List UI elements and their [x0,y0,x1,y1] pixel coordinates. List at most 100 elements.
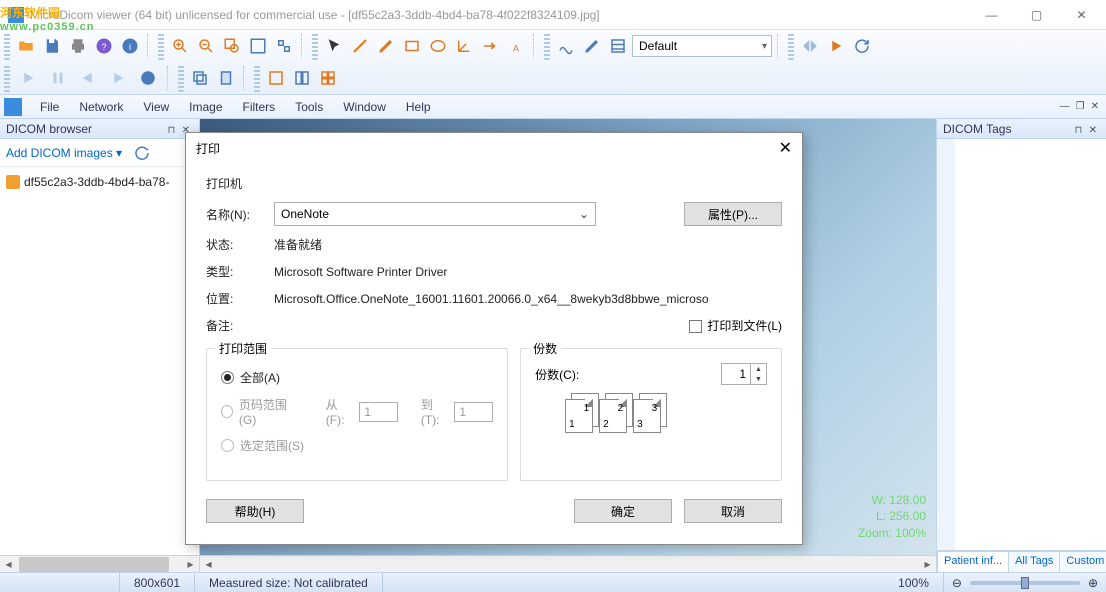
copy-icon[interactable] [188,66,212,90]
preset-dropdown[interactable]: Default [632,35,772,57]
zoom-in-icon[interactable] [168,34,192,58]
zoom-slider[interactable] [970,581,1080,585]
pin-icon[interactable]: ⊓ [167,125,175,136]
minimize-button[interactable]: — [969,0,1014,30]
ellipse-tool-icon[interactable] [426,34,450,58]
next-button[interactable] [104,64,132,92]
menu-filters[interactable]: Filters [233,97,286,117]
scroll-right-icon[interactable]: ▸ [182,556,199,573]
scroll-thumb[interactable] [19,557,169,572]
open-folder-icon[interactable] [14,34,38,58]
toolbar-grip[interactable] [544,32,550,60]
menu-image[interactable]: Image [179,97,232,117]
cancel-button[interactable]: 取消 [684,499,782,523]
curve-icon[interactable] [554,34,578,58]
pause-button[interactable] [44,64,72,92]
prev-button[interactable] [74,64,102,92]
mdi-restore-icon[interactable]: ❐ [1073,101,1088,112]
mdi-minimize-icon[interactable]: — [1057,101,1073,112]
tab-all-tags[interactable]: All Tags [1008,551,1060,572]
range-selection-radio[interactable]: 选定范围(S) [221,437,493,454]
pencil-tool-icon[interactable] [374,34,398,58]
refresh-icon[interactable] [850,34,874,58]
scroll-left-icon[interactable]: ◂ [0,556,17,573]
location-value: Microsoft.Office.OneNote_16001.11601.200… [274,292,709,306]
toolbar-grip[interactable] [4,32,10,60]
toolbar-grip[interactable] [178,64,184,92]
scroll-right-icon[interactable]: ▸ [919,556,936,573]
scroll-left-icon[interactable]: ◂ [200,556,217,573]
pin-icon[interactable]: ⊓ [1074,125,1082,136]
table-icon[interactable] [606,34,630,58]
add-dicom-link[interactable]: Add DICOM images ▾ [6,146,122,160]
maximize-button[interactable]: ▢ [1014,0,1059,30]
zoom-out-icon[interactable] [194,34,218,58]
tab-patient-info[interactable]: Patient inf... [937,551,1009,572]
toolbar-grip[interactable] [4,64,10,92]
print-icon[interactable] [66,34,90,58]
refresh-browser-icon[interactable] [130,141,154,165]
copies-spinner[interactable]: 1 ▲▼ [721,363,767,385]
toolbar-grip[interactable] [158,32,164,60]
paste-icon[interactable] [214,66,238,90]
range-from-input[interactable]: 1 [359,402,398,422]
pointer-icon[interactable] [322,34,346,58]
toolbar-grip[interactable] [788,32,794,60]
toolbar-grip[interactable] [312,32,318,60]
panel-close-icon[interactable]: ✕ [1086,125,1100,136]
dialog-close-icon[interactable]: ✕ [779,138,792,158]
zoom-slider-knob[interactable] [1021,577,1029,589]
range-pages-radio[interactable]: 页码范围(G) 从(F): 1 到(T): 1 [221,396,493,427]
menu-network[interactable]: Network [69,97,133,117]
mdi-close-icon[interactable]: ✕ [1088,101,1102,112]
browser-tree[interactable]: df55c2a3-3ddb-4bd4-ba78- [0,167,199,555]
close-button[interactable]: ✕ [1059,0,1104,30]
viewer-hscroll[interactable]: ◂ ▸ [200,555,936,572]
spin-up-icon[interactable]: ▲ [751,364,766,374]
help-button[interactable]: 帮助(H) [206,499,304,523]
toolbar-grip[interactable] [254,64,260,92]
status-zoom-value: 100% [884,573,944,592]
angle-tool-icon[interactable] [452,34,476,58]
layout-2-icon[interactable] [290,66,314,90]
app-menu-icon[interactable] [4,98,22,116]
help-icon[interactable]: ? [92,34,116,58]
flip-horizontal-icon[interactable] [798,34,822,58]
play-button[interactable] [14,64,42,92]
range-all-radio[interactable]: 全部(A) [221,369,493,386]
info-icon[interactable]: i [118,34,142,58]
zoom-out-button[interactable]: ⊖ [952,576,962,590]
menu-tools[interactable]: Tools [285,97,333,117]
browser-hscroll[interactable]: ◂ ▸ [0,555,199,572]
preset-value: Default [639,39,677,53]
menu-help[interactable]: Help [396,97,441,117]
line-tool-icon[interactable] [348,34,372,58]
range-to-input[interactable]: 1 [454,402,493,422]
printer-name-dropdown[interactable]: OneNote [274,202,596,226]
arrow-tool-icon[interactable] [478,34,502,58]
fit-screen-icon[interactable] [246,34,270,58]
tab-custom-tags[interactable]: Custom Ta... [1059,551,1106,572]
zoom-region-icon[interactable] [220,34,244,58]
layout-grid-icon[interactable] [316,66,340,90]
layout-1-icon[interactable] [264,66,288,90]
save-icon[interactable] [40,34,64,58]
ok-button[interactable]: 确定 [574,499,672,523]
statusbar: 800x601 Measured size: Not calibrated 10… [0,572,1106,592]
menu-file[interactable]: File [30,97,69,117]
actual-size-icon[interactable] [272,34,296,58]
properties-button[interactable]: 属性(P)... [684,202,782,226]
text-tool-icon[interactable]: A [504,34,528,58]
tree-item[interactable]: df55c2a3-3ddb-4bd4-ba78- [6,173,193,191]
play-icon[interactable] [824,34,848,58]
menu-view[interactable]: View [133,97,179,117]
edit-icon[interactable] [580,34,604,58]
stop-button[interactable] [134,64,162,92]
tags-list[interactable] [937,139,1106,550]
spin-down-icon[interactable]: ▼ [751,374,766,384]
rectangle-tool-icon[interactable] [400,34,424,58]
print-to-file-checkbox[interactable]: 打印到文件(L) [689,317,782,334]
comment-label: 备注: [206,317,274,334]
zoom-in-button[interactable]: ⊕ [1088,576,1098,590]
menu-window[interactable]: Window [333,97,396,117]
